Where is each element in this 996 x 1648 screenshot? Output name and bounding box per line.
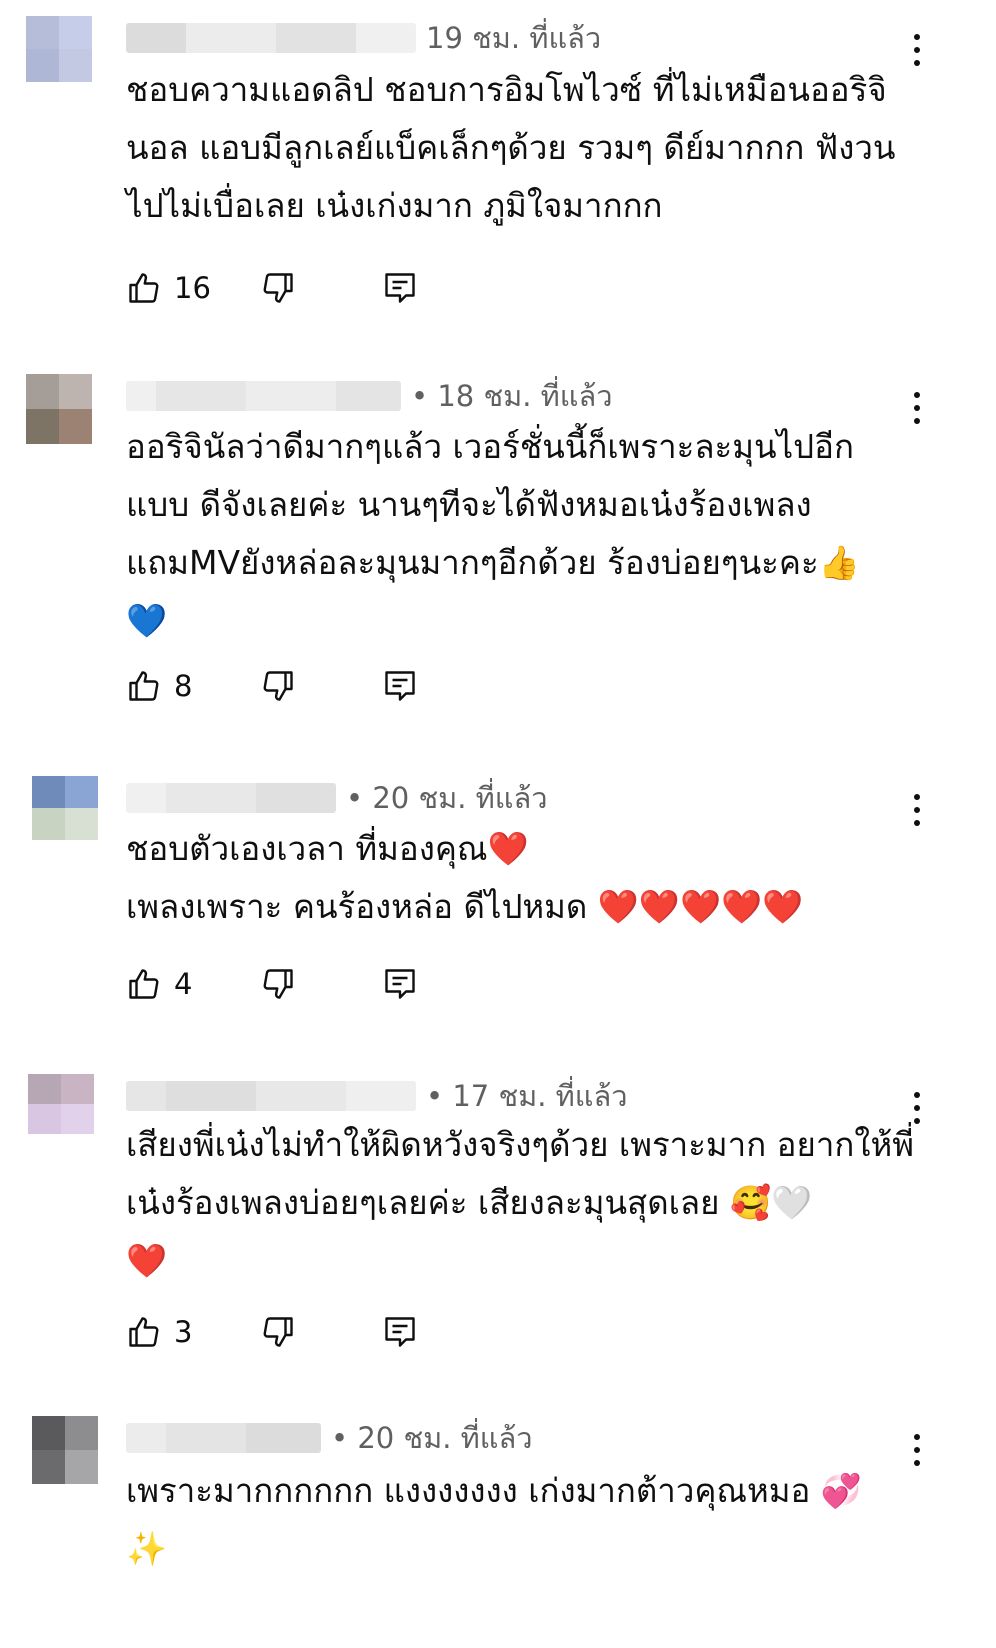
like-button[interactable]: 3 — [126, 1314, 192, 1350]
like-count: 8 — [174, 669, 193, 703]
avatar[interactable] — [26, 374, 92, 444]
avatar[interactable] — [28, 1074, 94, 1134]
reply-button[interactable] — [382, 966, 418, 1002]
blurred-username[interactable] — [126, 1081, 416, 1111]
comment-meta: • 20 ชม. ที่แล้ว — [126, 780, 548, 816]
comment-time: • 18 ชม. ที่แล้ว — [411, 379, 613, 413]
thumbs-up-icon — [129, 1317, 159, 1347]
thumbs-down-icon — [263, 273, 293, 303]
like-count: 3 — [174, 1315, 193, 1349]
comment-actions: 16 — [126, 268, 415, 308]
comment-time: • 17 ชม. ที่แล้ว — [426, 1079, 628, 1113]
blurred-username[interactable] — [126, 23, 416, 53]
comment-text: เสียงพี่เน๋งไม่ทำให้ผิดหวังจริงๆด้วย เพร… — [126, 1125, 914, 1280]
comment-actions: 3 — [126, 1312, 415, 1352]
like-button[interactable]: 16 — [126, 270, 211, 306]
like-count: 4 — [174, 967, 193, 1001]
thumbs-up-icon — [129, 969, 159, 999]
comment-meta: • 18 ชม. ที่แล้ว — [126, 378, 613, 414]
blurred-username[interactable] — [126, 381, 401, 411]
blurred-username[interactable] — [126, 783, 336, 813]
blurred-username[interactable] — [126, 1423, 321, 1453]
avatar[interactable] — [32, 776, 98, 840]
comment-actions: 4 — [126, 964, 415, 1004]
comment-meta: • 17 ชม. ที่แล้ว — [126, 1078, 628, 1114]
thumbs-down-icon — [263, 671, 293, 701]
like-button[interactable]: 4 — [126, 966, 192, 1002]
dislike-button[interactable] — [260, 270, 296, 306]
like-count: 16 — [174, 271, 211, 305]
dislike-button[interactable] — [260, 966, 296, 1002]
avatar[interactable] — [32, 1416, 98, 1484]
thumbs-down-icon — [263, 969, 293, 999]
dislike-button[interactable] — [260, 1314, 296, 1350]
reply-icon — [385, 1317, 415, 1347]
comment-text: ชอบความแอดลิป ชอบการอิมโพไวซ์ ที่ไม่เหมื… — [126, 70, 896, 225]
thumbs-up-icon — [129, 671, 159, 701]
reply-button[interactable] — [382, 668, 418, 704]
comment-meta: • 20 ชม. ที่แล้ว — [126, 1420, 533, 1456]
comment-text: ออริจินัลว่าดีมากๆแล้ว เวอร์ชั่นนี้ก็เพร… — [126, 427, 860, 640]
comment-text: เพราะมากกกกกก แงงงงงงง เก่งมากต้าวคุณหมอ… — [126, 1471, 862, 1568]
comment-actions: 8 — [126, 666, 415, 706]
like-button[interactable]: 8 — [126, 668, 192, 704]
reply-icon — [385, 273, 415, 303]
comment-time: • 20 ชม. ที่แล้ว — [331, 1421, 533, 1455]
dislike-button[interactable] — [260, 668, 296, 704]
avatar[interactable] — [26, 16, 92, 82]
comment-time: • 20 ชม. ที่แล้ว — [346, 781, 548, 815]
thumbs-up-icon — [129, 273, 159, 303]
reply-button[interactable] — [382, 270, 418, 306]
thumbs-down-icon — [263, 1317, 293, 1347]
reply-icon — [385, 969, 415, 999]
reply-icon — [385, 671, 415, 701]
comment-time: 19 ชม. ที่แล้ว — [426, 21, 602, 55]
reply-button[interactable] — [382, 1314, 418, 1350]
comment-meta: 19 ชม. ที่แล้ว — [126, 20, 601, 56]
comment-text: ชอบตัวเองเวลา ที่มองคุณ❤️ เพลงเพราะ คนร้… — [126, 829, 804, 926]
